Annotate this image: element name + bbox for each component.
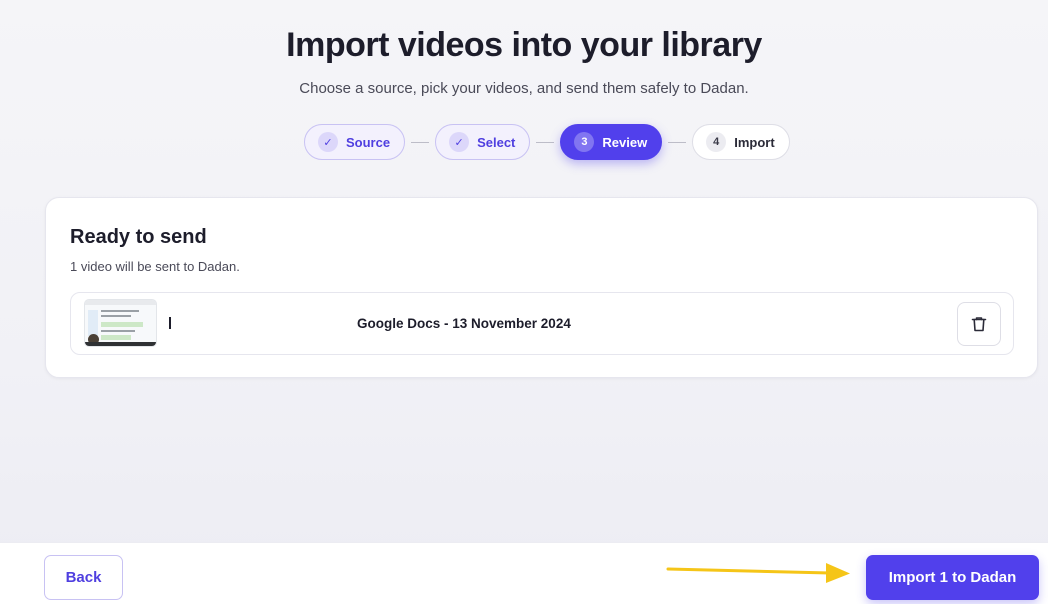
step-connector bbox=[668, 141, 687, 143]
page-title: Import videos into your library bbox=[286, 26, 762, 64]
step-connector bbox=[536, 141, 555, 143]
page-subtitle: Choose a source, pick your videos, and s… bbox=[299, 80, 749, 97]
video-row: Google Docs - 13 November 2024 bbox=[70, 292, 1014, 355]
trash-icon bbox=[971, 317, 987, 332]
step-review[interactable]: 3 Review bbox=[560, 124, 663, 160]
selection-marker bbox=[169, 317, 171, 329]
review-card: Ready to send 1 video will be sent to Da… bbox=[45, 197, 1038, 378]
stepper: ✓ Source ✓ Select 3 Review 4 Import bbox=[304, 124, 790, 160]
footer-bar: Back Import 1 to Dadan bbox=[0, 542, 1048, 604]
step-import[interactable]: 4 Import bbox=[692, 124, 790, 160]
review-summary: 1 video will be sent to Dadan. bbox=[70, 259, 240, 274]
annotation-arrow-icon bbox=[666, 563, 850, 583]
step-select[interactable]: ✓ Select bbox=[435, 124, 531, 160]
back-button[interactable]: Back bbox=[44, 555, 123, 600]
step-number-badge: 3 bbox=[574, 132, 595, 152]
step-label: Review bbox=[602, 134, 648, 150]
check-icon: ✓ bbox=[318, 132, 338, 152]
step-connector bbox=[411, 141, 430, 143]
step-number-badge: 4 bbox=[706, 132, 727, 152]
check-icon: ✓ bbox=[449, 132, 470, 152]
video-name: Google Docs - 13 November 2024 bbox=[357, 316, 571, 331]
delete-button[interactable] bbox=[957, 302, 1001, 346]
import-button[interactable]: Import 1 to Dadan bbox=[866, 555, 1039, 600]
review-title: Ready to send bbox=[70, 226, 207, 248]
step-label: Source bbox=[346, 134, 391, 150]
step-source[interactable]: ✓ Source bbox=[304, 124, 406, 160]
video-thumbnail bbox=[84, 299, 157, 347]
step-label: Import bbox=[734, 134, 775, 150]
step-label: Select bbox=[477, 134, 516, 150]
